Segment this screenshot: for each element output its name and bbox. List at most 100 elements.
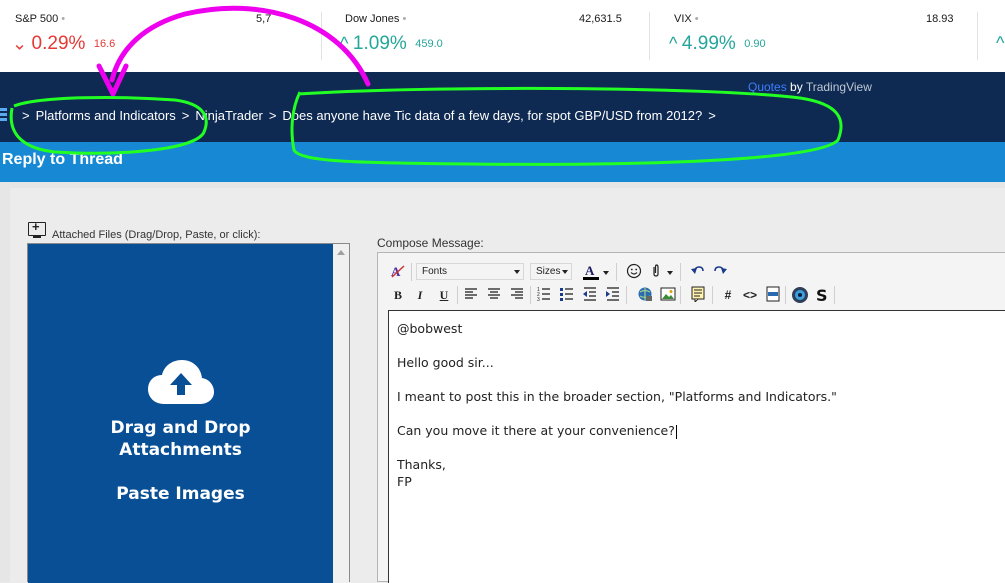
- size-select-value: Sizes: [536, 266, 561, 277]
- ticker-partial[interactable]: ^: [978, 0, 1005, 72]
- ticker-price: 5,7: [256, 13, 272, 25]
- toolbar-divider: [530, 286, 531, 304]
- menu-icon[interactable]: [0, 108, 8, 124]
- toolbar-divider: [785, 286, 786, 304]
- chevron-down-icon: [514, 270, 520, 274]
- ticker-price: 42,631.5: [579, 13, 622, 25]
- ticker-name: VIX: [674, 13, 692, 25]
- php-code-icon[interactable]: [764, 286, 782, 304]
- breadcrumb-separator: >: [22, 108, 30, 123]
- remove-format-icon[interactable]: A: [389, 263, 407, 281]
- toolbar-divider: [457, 286, 458, 304]
- attachment-clip-icon[interactable]: [647, 263, 665, 281]
- chevron-up-icon: ^: [996, 33, 1005, 53]
- video-embed-icon[interactable]: [791, 286, 809, 304]
- message-line: Can you move it there at your convenienc…: [397, 423, 675, 438]
- insert-link-icon[interactable]: [636, 286, 654, 304]
- insert-image-icon[interactable]: [659, 286, 677, 304]
- font-select[interactable]: Fonts: [416, 263, 524, 280]
- ticker-price: 18.93: [926, 13, 954, 25]
- ticker-vix[interactable]: VIX • 18.93 ^ 4.99% 0.90: [650, 0, 970, 72]
- font-select-value: Fonts: [422, 266, 448, 277]
- quote-icon[interactable]: [689, 286, 707, 304]
- reply-header-bar: Reply to Thread: [0, 142, 1005, 182]
- redo-icon[interactable]: [711, 263, 729, 281]
- quotes-link[interactable]: Quotes: [748, 80, 787, 94]
- message-line-with-caret: Can you move it there at your convenienc…: [397, 422, 837, 439]
- toolbar-divider: [834, 286, 835, 304]
- toolbar-divider: [411, 263, 412, 281]
- status-dot-icon: •: [61, 13, 66, 25]
- site-navbar: Quotes by TradingView > Platforms and Ind…: [0, 72, 1005, 142]
- undo-icon[interactable]: [689, 263, 707, 281]
- underline-button[interactable]: U: [435, 286, 453, 304]
- breadcrumb-separator: >: [708, 108, 716, 123]
- editor-toolbar: A Fonts Sizes A B I U 1 2 3 # <> S: [386, 259, 1005, 309]
- smiley-icon[interactable]: [625, 263, 643, 281]
- attachments-label: Attached Files (Drag/Drop, Paste, or cli…: [52, 229, 261, 241]
- message-textarea[interactable]: @bobwest Hello good sir... I meant to po…: [388, 310, 1005, 583]
- breadcrumb-ninjatrader[interactable]: NinjaTrader: [195, 108, 262, 123]
- toolbar-divider: [712, 286, 713, 304]
- align-center-icon[interactable]: [485, 286, 503, 304]
- chevron-down-icon: [562, 270, 568, 274]
- tradingview-link[interactable]: TradingView: [806, 80, 872, 94]
- ticker-change-abs: 0.90: [744, 38, 766, 50]
- status-dot-icon: •: [694, 13, 699, 25]
- toolbar-divider: [680, 263, 681, 281]
- breadcrumb-separator: >: [268, 108, 277, 123]
- ticker-sp500[interactable]: S&P 500 • 5,7 ⌄ 0.29% 16.6: [0, 0, 320, 72]
- attachments-dropzone[interactable]: Drag and Drop Attachments Paste Images: [28, 244, 333, 583]
- attachments-box[interactable]: Drag and Drop Attachments Paste Images: [27, 243, 350, 583]
- hashtag-icon[interactable]: #: [719, 286, 737, 304]
- ticker-dowjones[interactable]: Dow Jones • 42,631.5 ^ 1.09% 459.0: [322, 0, 642, 72]
- code-icon[interactable]: <>: [741, 286, 759, 304]
- italic-button[interactable]: I: [411, 286, 429, 304]
- add-attachment-icon[interactable]: [28, 219, 46, 238]
- text-color-icon[interactable]: A: [582, 263, 600, 281]
- strikethrough-s-icon[interactable]: S: [814, 286, 832, 305]
- attachments-scrollbar[interactable]: [333, 244, 349, 583]
- chevron-down-icon[interactable]: [665, 263, 675, 281]
- message-line: Thanks,: [397, 457, 446, 472]
- breadcrumb-thread-title[interactable]: Does anyone have Tic data of a few days,…: [282, 108, 702, 123]
- svg-text:A: A: [585, 263, 595, 278]
- chevron-up-icon: ^: [669, 33, 678, 54]
- ticker-change-pct: 4.99%: [681, 33, 736, 54]
- message-line: [397, 337, 837, 354]
- align-left-icon[interactable]: [462, 286, 480, 304]
- align-right-icon[interactable]: [508, 286, 526, 304]
- status-dot-icon: •: [402, 13, 407, 25]
- credit-by-text: by: [786, 80, 806, 94]
- chevron-down-icon[interactable]: [601, 263, 611, 281]
- scroll-up-icon[interactable]: [337, 250, 345, 255]
- ticker-name: S&P 500: [15, 13, 59, 25]
- page-title: Reply to Thread: [2, 151, 123, 168]
- outdent-icon[interactable]: [581, 286, 599, 304]
- chevron-up-icon: ^: [340, 33, 349, 54]
- breadcrumb-platforms-and-indicators[interactable]: Platforms and Indicators: [36, 108, 176, 123]
- indent-icon[interactable]: [604, 286, 622, 304]
- breadcrumb-separator: >: [181, 108, 190, 123]
- paste-images-text: Paste Images: [116, 484, 245, 504]
- compose-label: Compose Message:: [377, 236, 484, 250]
- toolbar-divider: [626, 286, 627, 304]
- message-body: @bobwest Hello good sir... I meant to po…: [397, 320, 837, 490]
- chevron-down-icon: ⌄: [12, 33, 28, 54]
- svg-text:3: 3: [537, 297, 540, 302]
- drop-line-2: Attachments: [119, 440, 242, 460]
- numbered-list-icon[interactable]: 123: [535, 286, 553, 304]
- cloud-upload-icon: [148, 360, 214, 404]
- message-line: [397, 439, 837, 456]
- ticker-change-pct: 1.09%: [352, 33, 407, 54]
- text-caret: [675, 424, 677, 439]
- message-line: @bobwest: [397, 321, 463, 336]
- toolbar-divider: [680, 286, 681, 304]
- size-select[interactable]: Sizes: [530, 263, 572, 280]
- bold-button[interactable]: B: [389, 286, 407, 304]
- toolbar-divider: [616, 263, 617, 281]
- bullet-list-icon[interactable]: [558, 286, 576, 304]
- message-line: Hello good sir...: [397, 355, 494, 370]
- message-line: [397, 371, 837, 388]
- svg-text:S: S: [816, 286, 828, 304]
